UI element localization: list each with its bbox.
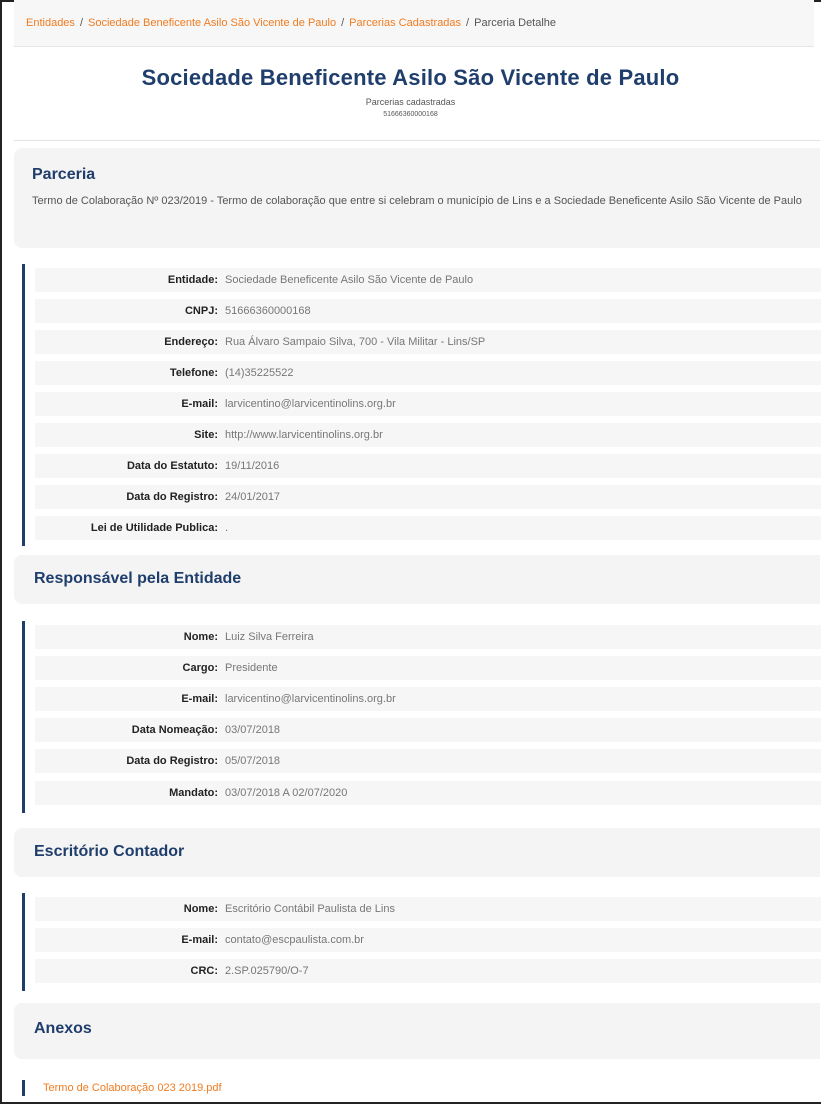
detail-row-site: Site: http://www.larvicentinolins.org.br — [35, 423, 821, 447]
page-cnpj: 51666360000168 — [383, 111, 438, 118]
detail-value: . — [225, 522, 229, 534]
detail-row-utilidade-publica: Lei de Utilidade Publica:. — [35, 516, 821, 540]
detail-value: 51666360000168 — [225, 305, 311, 317]
page-header: Sociedade Beneficente Asilo São Vicente … — [0, 65, 821, 118]
detail-value: 03/07/2018 — [225, 724, 281, 736]
detail-label: Data Nomeação: — [131, 724, 218, 736]
detail-row-endereco: Endereço: Rua Álvaro Sampaio Silva, 700 -… — [35, 330, 821, 354]
detail-value: 19/11/2016 — [225, 460, 280, 472]
detail-value: (14)35225522 — [225, 367, 294, 379]
detail-label: Mandato: — [169, 787, 218, 799]
breadcrumb-separator: / — [79, 17, 83, 29]
detail-row-cargo: Cargo: Presidente — [35, 656, 821, 680]
detail-value: larvicentino@larvicentinolins.org.br — [225, 398, 396, 410]
detail-value: Luiz Silva Ferreira — [225, 631, 314, 643]
breadcrumb-link-entidades[interactable]: Entidades — [26, 17, 75, 29]
detail-label: Data do Registro: — [126, 491, 218, 503]
detail-row-data-estatuto: Data do Estatuto: 19/11/2016 — [35, 454, 821, 478]
responsavel-panel: Responsável pela Entidade — [14, 555, 820, 604]
detail-label: E-mail: — [181, 398, 218, 410]
detail-value: Rua Álvaro Sampaio Silva, 700 - Vila Mil… — [225, 336, 486, 348]
detail-value: Escritório Contábil Paulista de Lins — [225, 903, 395, 915]
detail-row-data-registro: Data do Registro: 05/07/2018 — [35, 749, 821, 773]
detail-value: 05/07/2018 — [225, 755, 281, 767]
detail-label: Data do Estatuto: — [126, 460, 218, 472]
detail-label: Data do Registro: — [126, 755, 218, 767]
detail-value: http://www.larvicentinolins.org.br — [225, 429, 383, 441]
breadcrumb-link-parcerias[interactable]: Parcerias Cadastradas — [349, 17, 461, 29]
parceria-heading: Parceria — [32, 166, 96, 183]
detail-value: larvicentino@larvicentinolins.org.br — [225, 693, 396, 705]
detail-label: Endereço: — [164, 336, 218, 348]
detail-row-email: E-mail: larvicentino@larvicentinolins.org… — [35, 392, 821, 416]
detail-row-data-registro: Data do Registro: 24/01/2017 — [35, 485, 821, 509]
parceria-panel: Parceria Termo de Colaboração Nº 023/201… — [14, 148, 820, 248]
detail-row-entidade: Entidade: Sociedade Beneficente Asilo São… — [35, 268, 821, 292]
page-title: Sociedade Beneficente Asilo São Vicente … — [141, 65, 680, 90]
anexo-item: Termo de Colaboração 023 2019.pdf — [22, 1080, 222, 1096]
detail-value: 03/07/2018 A 02/07/2020 — [225, 787, 348, 799]
detail-label: Entidade: — [167, 274, 218, 286]
entidade-details: Entidade: Sociedade Beneficente Asilo São… — [22, 264, 821, 546]
detail-row-nome: Nome: Luiz Silva Ferreira — [35, 625, 821, 649]
responsavel-heading: Responsável pela Entidade — [34, 570, 242, 587]
detail-label: Telefone: — [169, 367, 218, 379]
detail-value: Presidente — [225, 662, 278, 674]
detail-label: CNPJ: — [184, 305, 218, 317]
detail-label: E-mail: — [181, 693, 218, 705]
breadcrumb-link-entidade[interactable]: Sociedade Beneficente Asilo São Vicente … — [88, 17, 336, 29]
detail-label: E-mail: — [181, 934, 218, 946]
detail-value: 24/01/2017 — [225, 491, 281, 503]
detail-label: Site: — [194, 429, 218, 441]
page-subtitle: Parcerias cadastradas — [365, 97, 456, 107]
anexos-heading: Anexos — [34, 1020, 92, 1037]
detail-row-mandato: Mandato: 03/07/2018 A 02/07/2020 — [35, 781, 821, 805]
responsavel-details: Nome: Luiz Silva Ferreira Cargo: President… — [22, 621, 821, 813]
detail-label: Lei de Utilidade Publica: — [90, 522, 218, 534]
contador-details: Nome: Escritório Contábil Paulista de Lin… — [22, 893, 821, 991]
parceria-description: Termo de Colaboração Nº 023/2019 - Termo… — [32, 195, 802, 207]
detail-row-data-nomeacao: Data Nomeação: 03/07/2018 — [35, 718, 821, 742]
breadcrumb-separator: / — [341, 17, 345, 29]
detail-label: Cargo: — [182, 662, 218, 674]
detail-label: Nome: — [183, 903, 218, 915]
detail-label: CRC: — [190, 965, 219, 977]
breadcrumb-current: Parceria Detalhe — [474, 17, 557, 29]
detail-row-email: E-mail: contato@escpaulista.com.br — [35, 928, 821, 952]
detail-row-email: E-mail: larvicentino@larvicentinolins.org… — [35, 687, 821, 711]
breadcrumb-separator: / — [466, 17, 470, 29]
detail-value: contato@escpaulista.com.br — [225, 934, 364, 946]
detail-row-cnpj: CNPJ: 51666360000168 — [35, 299, 821, 323]
detail-value: Sociedade Beneficente Asilo São Vicente … — [225, 274, 474, 286]
detail-row-nome: Nome: Escritório Contábil Paulista de Lin… — [35, 897, 821, 921]
anexos-panel: Anexos — [14, 1003, 820, 1059]
detail-row-telefone: Telefone: (14)35225522 — [35, 361, 821, 385]
detail-value: 2.SP.025790/O-7 — [225, 965, 309, 977]
breadcrumb: Entidades / Sociedade Beneficente Asilo … — [14, 0, 814, 47]
detail-row-crc: CRC: 2.SP.025790/O-7 — [35, 959, 821, 983]
contador-heading: Escritório Contador — [34, 843, 185, 860]
detail-label: Nome: — [183, 631, 218, 643]
anexo-file-link[interactable]: Termo de Colaboração 023 2019.pdf — [43, 1082, 222, 1094]
divider — [14, 140, 820, 141]
contador-panel: Escritório Contador — [14, 828, 820, 877]
